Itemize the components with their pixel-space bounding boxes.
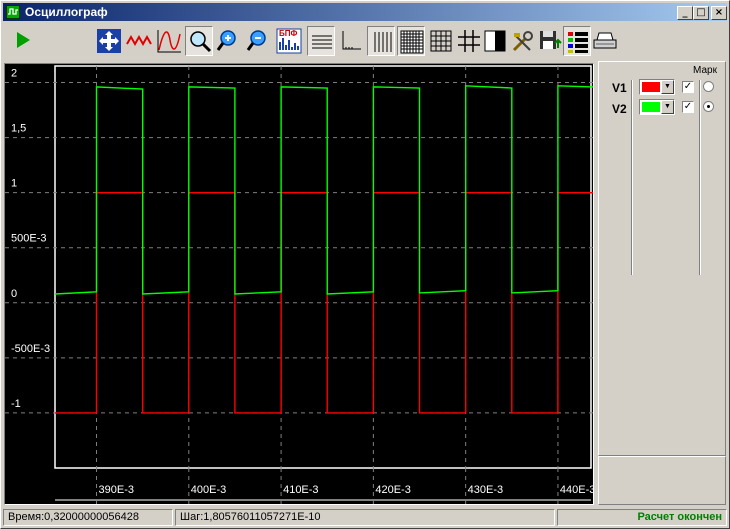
vertical-grid-button[interactable] [367, 26, 395, 56]
save-button[interactable] [537, 26, 565, 56]
tools-icon [512, 31, 533, 52]
x-tick-label: 430E-3 [468, 484, 503, 496]
y-tick-label: -1 [11, 398, 21, 410]
curve-icon [157, 30, 181, 53]
run-button[interactable] [11, 26, 39, 56]
x-tick-label: 420E-3 [375, 484, 410, 496]
mark-header: Марк [693, 65, 717, 76]
channel-v1-mark-radio[interactable] [703, 81, 714, 92]
print-button[interactable] [591, 26, 619, 56]
grid-button[interactable] [427, 26, 455, 56]
y-tick-label: 1,5 [11, 123, 26, 135]
y-tick-label: 2 [11, 68, 17, 80]
channel-v2-color-select[interactable]: ▼ [639, 99, 675, 115]
y-tick-label: 500E-3 [11, 233, 46, 245]
oscilloscope-icon [6, 5, 20, 19]
hlines-icon [312, 35, 332, 49]
x-tick-label: 400E-3 [191, 484, 226, 496]
play-icon [17, 32, 30, 48]
close-button[interactable]: × [711, 6, 727, 20]
grid-icon [430, 30, 452, 52]
printer-icon [593, 32, 617, 49]
signal-wave-button[interactable] [125, 26, 153, 56]
channel-panel: Марк V1 ▼ ✓ V2 ▼ ✓ [598, 61, 726, 456]
colors-button[interactable] [563, 26, 591, 56]
wave-icon [126, 34, 152, 47]
dense-grid-icon [400, 30, 424, 54]
channel-v2-mark-radio[interactable] [703, 101, 714, 112]
background-toggle-button[interactable] [481, 26, 509, 56]
oscilloscope-window: Осциллограф _ □ × БПФ 2 1,5 1 500E-3 0 -… [0, 0, 730, 529]
x-tick-label: 440E-3 [560, 484, 593, 496]
status-bar: Время:0,32000000056428 Шаг:1,80576011057… [3, 508, 727, 527]
title-bar[interactable]: Осциллограф _ □ × [3, 3, 727, 21]
crosshair-button[interactable] [455, 26, 483, 56]
maximize-button[interactable]: □ [693, 6, 709, 20]
status-time: Время:0,32000000056428 [3, 509, 173, 526]
series-v2-line [54, 85, 593, 295]
channel-v2-visible-checkbox[interactable]: ✓ [682, 101, 694, 113]
window-title: Осциллограф [25, 5, 108, 19]
channel-v2-color-swatch [642, 102, 660, 112]
zoom-in-button[interactable] [215, 26, 243, 56]
channel-v1-visible-checkbox[interactable]: ✓ [682, 81, 694, 93]
curve-button[interactable] [155, 26, 183, 56]
x-tick-label: 410E-3 [283, 484, 318, 496]
radio-selected-dot [707, 105, 710, 108]
crosshair-icon [458, 30, 480, 52]
contrast-icon [484, 30, 506, 52]
zoom-out-button[interactable] [245, 26, 273, 56]
axes-icon [342, 31, 361, 50]
y-tick-label: 0 [11, 288, 17, 300]
toolbar: БПФ [3, 23, 727, 59]
fft-label: БПФ [279, 29, 298, 38]
dense-grid-button[interactable] [397, 26, 425, 56]
zoom-out-icon [246, 30, 266, 51]
vlines-icon [374, 32, 392, 52]
save-icon [540, 31, 562, 49]
chevron-down-icon[interactable]: ▼ [661, 100, 674, 114]
channel-v2-label: V2 [612, 102, 627, 116]
settings-button[interactable] [509, 26, 537, 56]
plot-frame [54, 65, 592, 469]
zoom-region-button[interactable] [185, 26, 213, 56]
minimize-button[interactable]: _ [677, 6, 693, 20]
side-lower-panel [598, 456, 726, 505]
fit-arrows-icon [97, 29, 121, 53]
status-state: Расчет окончен [557, 509, 727, 526]
horizontal-grid-button[interactable] [307, 26, 335, 56]
channel-v1-label: V1 [612, 81, 627, 95]
zoom-in-icon [216, 30, 236, 51]
y-tick-label: 1 [11, 178, 17, 190]
magnifier-icon [190, 31, 212, 53]
fft-button[interactable]: БПФ [275, 26, 303, 56]
axes-button[interactable] [337, 26, 365, 56]
x-tick-label: 390E-3 [99, 484, 134, 496]
panel-divider [631, 80, 633, 275]
fit-all-button[interactable] [95, 26, 123, 56]
channel-v1-color-swatch [642, 82, 660, 92]
y-tick-label: -500E-3 [11, 343, 50, 355]
channel-v1-color-select[interactable]: ▼ [639, 79, 675, 95]
chevron-down-icon[interactable]: ▼ [661, 80, 674, 94]
status-step: Шаг:1,80576011057271E-10 [175, 509, 555, 526]
plot-canvas[interactable]: 2 1,5 1 500E-3 0 -500E-3 -1 390E-3 400E-3 410E-3 4… [5, 64, 593, 504]
oscilloscope-plot[interactable]: 2 1,5 1 500E-3 0 -500E-3 -1 390E-3 400E-3 410E-3 4… [4, 63, 594, 505]
colors-icon [568, 32, 588, 53]
panel-divider-right [699, 80, 701, 275]
